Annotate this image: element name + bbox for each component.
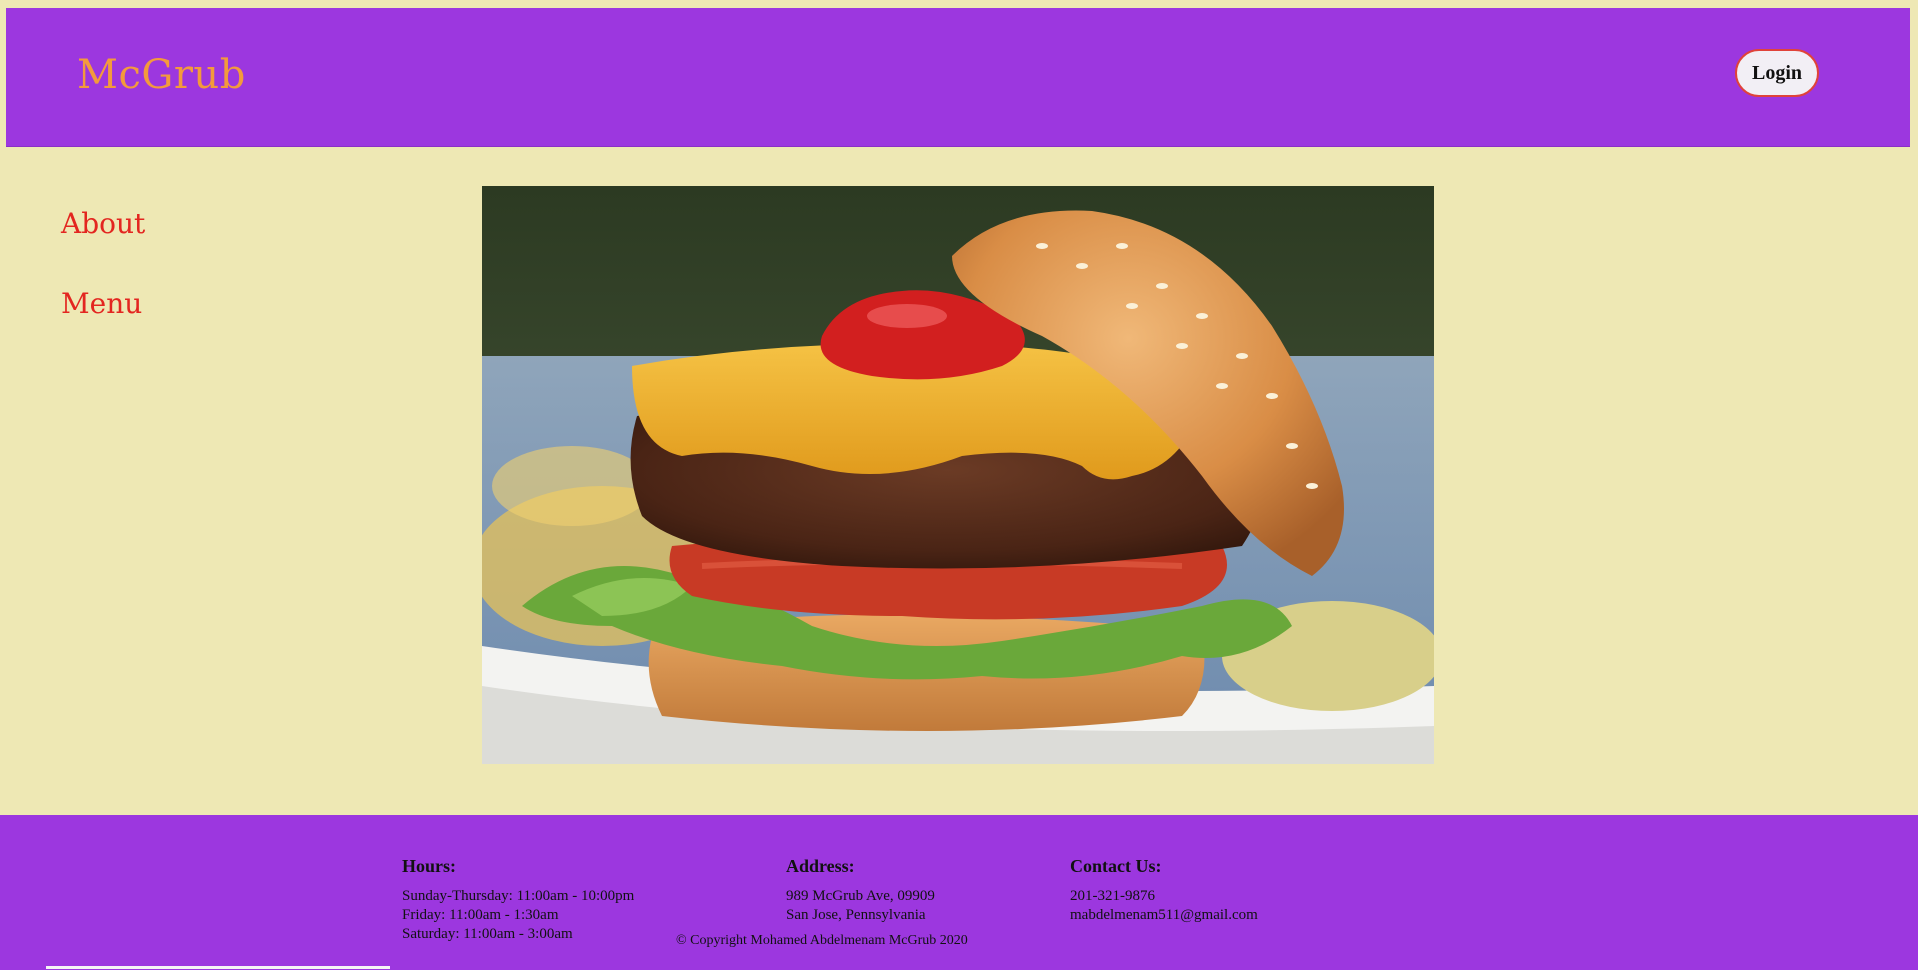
nav-link-about[interactable]: About: [61, 204, 145, 244]
address-line: San Jose, Pennsylvania: [786, 907, 926, 923]
site-footer: Hours: Sunday-Thursday: 11:00am - 10:00p…: [0, 815, 1918, 970]
footer-address: Address: 989 McGrub Ave, 09909 San Jose,…: [786, 855, 935, 925]
side-nav: About Menu: [61, 204, 145, 364]
contact-title: Contact Us:: [1070, 856, 1162, 876]
hours-line: Sunday-Thursday: 11:00am - 10:00pm: [402, 888, 635, 904]
contact-email[interactable]: mabdelmenam511@gmail.com: [1070, 906, 1258, 925]
contact-phone: 201-321-9876: [1070, 888, 1155, 904]
site-header: McGrub Login: [6, 8, 1910, 147]
page: McGrub Login About Menu Hours: Sunday-Th…: [0, 0, 1918, 970]
brand-logo[interactable]: McGrub: [77, 52, 246, 98]
cheeseburger-photo: [482, 186, 1434, 764]
footer-hours: Hours: Sunday-Thursday: 11:00am - 10:00p…: [402, 855, 634, 944]
hours-line: Friday: 11:00am - 1:30am: [402, 907, 559, 923]
hours-line: Saturday: 11:00am - 3:00am: [402, 926, 573, 942]
hours-title: Hours:: [402, 856, 456, 876]
copyright-text: © Copyright Mohamed Abdelmenam McGrub 20…: [676, 933, 968, 948]
horizontal-scrollbar[interactable]: [46, 966, 390, 969]
footer-contact: Contact Us: 201-321-9876 mabdelmenam511@…: [1070, 855, 1258, 925]
hero-image: [482, 186, 1434, 764]
login-button[interactable]: Login: [1735, 49, 1819, 97]
address-title: Address:: [786, 856, 855, 876]
address-line: 989 McGrub Ave, 09909: [786, 888, 935, 904]
nav-link-menu[interactable]: Menu: [61, 284, 145, 324]
